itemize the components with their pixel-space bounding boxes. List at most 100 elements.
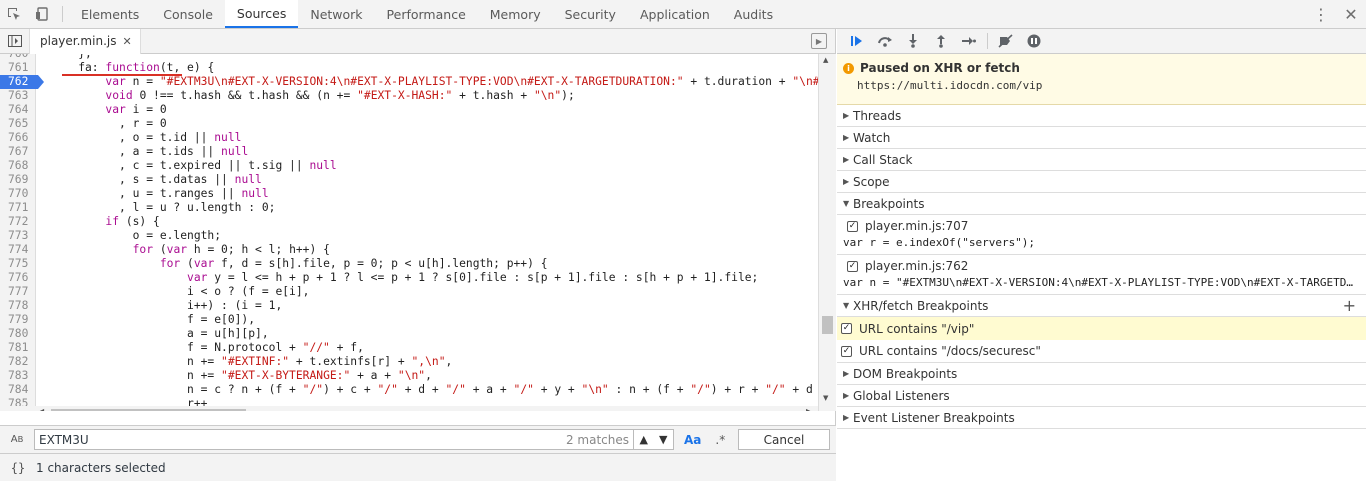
tab-application[interactable]: Application	[628, 0, 722, 28]
code-line[interactable]: 763 void 0 !== t.hash && t.hash && (n +=…	[0, 89, 818, 103]
line-number[interactable]: 776	[0, 271, 36, 285]
line-number[interactable]: 778	[0, 299, 36, 313]
breakpoint-item[interactable]: ✓ player.min.js:707 var r = e.indexOf("s…	[837, 215, 1366, 255]
code-line[interactable]: 761 fa: function(t, e) {	[0, 61, 818, 76]
regex-button[interactable]: .*	[715, 433, 725, 447]
code-line[interactable]: 762 var n = "#EXTM3U\n#EXT-X-VERSION:4\n…	[0, 75, 836, 89]
device-toolbar-icon[interactable]	[28, 0, 56, 28]
scroll-up-icon[interactable]: ▲	[823, 56, 828, 64]
code-line[interactable]: 771 , l = u ? u.length : 0;	[0, 201, 818, 215]
tab-elements[interactable]: Elements	[69, 0, 151, 28]
code-line[interactable]: 769 , s = t.datas || null	[0, 173, 818, 187]
close-icon[interactable]: ✕	[1336, 0, 1366, 28]
scroll-left-icon[interactable]: ◀	[38, 407, 44, 411]
line-number[interactable]: 784	[0, 383, 36, 397]
deactivate-breakpoints-icon[interactable]	[992, 34, 1020, 48]
line-number[interactable]: 763	[0, 89, 36, 103]
line-number[interactable]: 766	[0, 131, 36, 145]
step-over-icon[interactable]	[871, 35, 899, 47]
section-global-listeners[interactable]: ▶ Global Listeners	[837, 385, 1366, 407]
line-number[interactable]: 775	[0, 257, 36, 271]
pretty-print-icon[interactable]: {}	[0, 461, 36, 475]
line-number[interactable]: 773	[0, 229, 36, 243]
toggle-navigator-icon[interactable]	[0, 28, 30, 54]
breakpoint-item[interactable]: ✓ player.min.js:762 var n = "#EXTM3U\n#E…	[837, 255, 1366, 295]
step-icon[interactable]	[955, 36, 983, 46]
line-number[interactable]: 770	[0, 187, 36, 201]
line-number[interactable]: 772	[0, 215, 36, 229]
line-number[interactable]: 781	[0, 341, 36, 355]
code-line[interactable]: 775 for (var f, d = s[h].file, p = 0; p …	[0, 257, 818, 271]
section-event-listener-breakpoints[interactable]: ▶ Event Listener Breakpoints	[837, 407, 1366, 429]
code-line[interactable]: 781 f = N.protocol + "//" + f,	[0, 341, 818, 355]
more-options-icon[interactable]: ⋮	[1306, 0, 1336, 28]
step-out-icon[interactable]	[927, 34, 955, 48]
tab-console[interactable]: Console	[151, 0, 225, 28]
code-line[interactable]: 778 i++) : (i = 1,	[0, 299, 818, 313]
code-line[interactable]: 768 , c = t.expired || t.sig || null	[0, 159, 818, 173]
code-line[interactable]: 772 if (s) {	[0, 215, 818, 229]
inspect-element-icon[interactable]	[0, 0, 28, 28]
code-line[interactable]: 764 var i = 0	[0, 103, 818, 117]
line-number[interactable]: 761	[0, 61, 36, 75]
tab-security[interactable]: Security	[553, 0, 628, 28]
pause-on-exceptions-icon[interactable]	[1020, 34, 1048, 48]
code-line[interactable]: 765 , r = 0	[0, 117, 818, 131]
tab-audits[interactable]: Audits	[722, 0, 785, 28]
code-line[interactable]: 782 n += "#EXTINF:" + t.extinfs[r] + ",\…	[0, 355, 818, 369]
section-call-stack[interactable]: ▶ Call Stack	[837, 149, 1366, 171]
code-line[interactable]: 760 },	[0, 54, 818, 61]
resume-icon[interactable]	[843, 34, 871, 48]
section-scope[interactable]: ▶ Scope	[837, 171, 1366, 193]
xhr-breakpoint-checkbox[interactable]: ✓	[841, 345, 852, 357]
tab-memory[interactable]: Memory	[478, 0, 553, 28]
section-xhr-breakpoints[interactable]: ▼ XHR/fetch Breakpoints +	[837, 295, 1366, 317]
step-into-icon[interactable]	[899, 34, 927, 48]
code-line[interactable]: 767 , a = t.ids || null	[0, 145, 818, 159]
code-line[interactable]: 776 var y = l <= h + p + 1 ? l <= p + 1 …	[0, 271, 818, 285]
line-number[interactable]: 760	[0, 54, 36, 61]
scroll-right-icon[interactable]: ▶	[806, 407, 812, 411]
section-watch[interactable]: ▶ Watch	[837, 127, 1366, 149]
line-number[interactable]: 774	[0, 243, 36, 257]
horizontal-scrollbar[interactable]: ◀ ▶	[0, 406, 818, 411]
section-threads[interactable]: ▶ Threads	[837, 105, 1366, 127]
replace-toggle-icon[interactable]: AB	[0, 434, 34, 445]
code-line[interactable]: 777 i < o ? (f = e[i],	[0, 285, 818, 299]
section-breakpoints[interactable]: ▼ Breakpoints	[837, 193, 1366, 215]
line-number[interactable]: 765	[0, 117, 36, 131]
breakpoint-checkbox[interactable]: ✓	[847, 220, 858, 232]
xhr-breakpoint-item[interactable]: ✓ URL contains "/vip"	[837, 317, 1366, 340]
vertical-scrollbar[interactable]: ▲ ▼	[818, 54, 836, 411]
section-dom-breakpoints[interactable]: ▶ DOM Breakpoints	[837, 363, 1366, 385]
tab-network[interactable]: Network	[298, 0, 374, 28]
line-number[interactable]: 764	[0, 103, 36, 117]
code-line[interactable]: 783 n += "#EXT-X-BYTERANGE:" + a + "\n",	[0, 369, 818, 383]
tab-performance[interactable]: Performance	[375, 0, 478, 28]
code-line[interactable]: 784 n = c ? n + (f + "/") + c + "/" + d …	[0, 383, 836, 397]
tab-sources[interactable]: Sources	[224, 0, 299, 28]
line-number[interactable]: 767	[0, 145, 36, 159]
line-number[interactable]: 769	[0, 173, 36, 187]
line-number[interactable]: 777	[0, 285, 36, 299]
code-line[interactable]: 774 for (var h = 0; h < l; h++) {	[0, 243, 818, 257]
code-line[interactable]: 779 f = e[0]),	[0, 313, 818, 327]
line-number[interactable]: 780	[0, 327, 36, 341]
file-tab-player[interactable]: player.min.js ✕	[30, 28, 141, 54]
scroll-thumb[interactable]	[822, 316, 833, 334]
breakpoint-checkbox[interactable]: ✓	[847, 260, 858, 272]
breakpoint-line-number[interactable]: 762	[0, 75, 44, 89]
close-tab-icon[interactable]: ✕	[122, 35, 131, 48]
hscroll-thumb[interactable]	[51, 409, 246, 411]
scroll-down-icon[interactable]: ▼	[823, 394, 828, 402]
line-number[interactable]: 779	[0, 313, 36, 327]
add-xhr-breakpoint-icon[interactable]: +	[1343, 296, 1356, 315]
toggle-debugger-icon[interactable]: ▶	[811, 33, 827, 49]
cancel-button[interactable]: Cancel	[738, 429, 830, 450]
code-line[interactable]: 773 o = e.length;	[0, 229, 818, 243]
code-line[interactable]: 780 a = u[h][p],	[0, 327, 818, 341]
search-input[interactable]: EXTM3U 2 matches	[34, 429, 634, 450]
line-number[interactable]: 768	[0, 159, 36, 173]
next-match-icon[interactable]: ▼	[659, 433, 667, 446]
line-number[interactable]: 782	[0, 355, 36, 369]
